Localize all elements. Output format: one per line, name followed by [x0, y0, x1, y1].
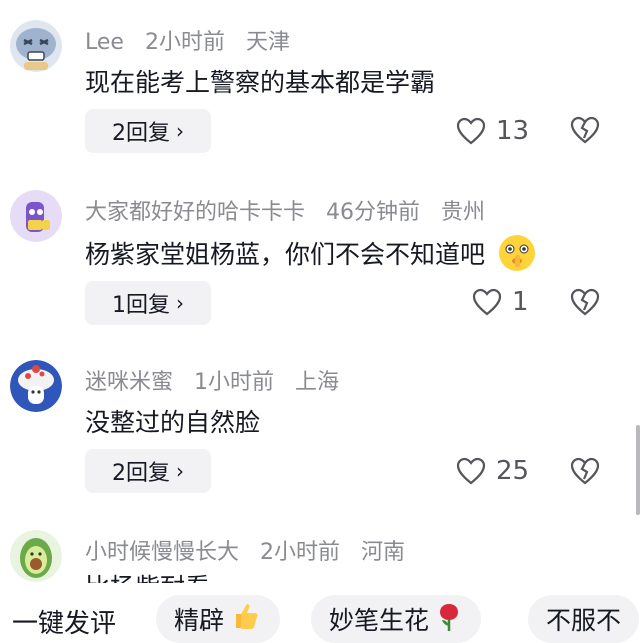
quick-reply-bar: 一键发评 精辟 妙笔生花 不服不 [0, 595, 640, 643]
like-count: 25 [496, 456, 530, 486]
broken-heart-icon [570, 288, 600, 316]
cartoon-face-avatar-icon [10, 20, 62, 72]
broken-heart-icon [570, 457, 600, 485]
location: 贵州 [441, 200, 486, 225]
heart-icon [472, 288, 502, 316]
mushroom-character-avatar-icon [10, 360, 62, 412]
reply-button[interactable]: 2回复 › [85, 109, 211, 153]
like-count: 13 [496, 116, 530, 146]
heart-icon [456, 117, 486, 145]
like-button[interactable]: 1 [472, 287, 529, 317]
timestamp: 1小时前 [194, 370, 275, 395]
dislike-button[interactable] [570, 288, 600, 320]
reply-count: 1回复 [112, 293, 170, 318]
avatar[interactable] [10, 530, 62, 582]
scrollbar[interactable] [636, 425, 640, 515]
thumbs-up-icon [230, 600, 262, 638]
comment-text-content: 杨紫家堂姐杨蓝，你们不会不知道吧 [85, 240, 486, 269]
chip-label: 不服不 [546, 606, 622, 635]
username[interactable]: 大家都好好的哈卡卡卡 [85, 200, 305, 225]
like-count: 1 [512, 287, 529, 317]
location: 河南 [361, 540, 406, 565]
reply-button[interactable]: 1回复 › [85, 281, 211, 325]
comment-meta: 迷咪米蜜 1小时前 上海 [85, 364, 339, 396]
timestamp: 46分钟前 [326, 200, 421, 225]
chip-label: 精辟 [174, 606, 225, 635]
reply-button[interactable]: 2回复 › [85, 449, 211, 493]
reply-count: 2回复 [112, 461, 170, 486]
comment-text[interactable]: 现在能考上警察的基本都是学霸 [85, 63, 435, 99]
purple-cartoon-avatar-icon [10, 190, 62, 242]
dislike-button[interactable] [570, 116, 600, 148]
avocado-avatar-icon [10, 530, 62, 582]
chip-label: 妙笔生花 [329, 606, 430, 635]
quick-reply-chip[interactable]: 精辟 [156, 595, 281, 643]
timestamp: 2小时前 [260, 540, 341, 565]
avatar[interactable] [10, 360, 62, 412]
comment-list[interactable]: Lee 2小时前 天津 现在能考上警察的基本都是学霸 2回复 › 13 大家都好… [0, 0, 640, 583]
shushing-face-emoji-icon [497, 233, 537, 279]
comment-meta: 大家都好好的哈卡卡卡 46分钟前 贵州 [85, 194, 485, 226]
location: 上海 [295, 370, 340, 395]
comment-text[interactable]: 没整过的自然脸 [85, 403, 260, 439]
avatar[interactable] [10, 20, 62, 72]
location: 天津 [245, 30, 290, 55]
like-button[interactable]: 13 [456, 116, 529, 146]
comment-text[interactable]: 杨紫家堂姐杨蓝，你们不会不知道吧 [85, 233, 537, 279]
like-button[interactable]: 25 [456, 456, 529, 486]
chevron-right-icon: › [176, 459, 184, 483]
dislike-button[interactable] [570, 457, 600, 489]
quick-reply-title: 一键发评 [12, 609, 117, 639]
quick-reply-chip[interactable]: 不服不 [528, 595, 640, 643]
comment-text[interactable]: 比杨紫耐看 [85, 568, 210, 583]
comment-meta: 小时候慢慢长大 2小时前 河南 [85, 534, 405, 566]
comment-meta: Lee 2小时前 天津 [85, 24, 290, 56]
username[interactable]: 小时候慢慢长大 [85, 540, 239, 565]
chevron-right-icon: › [176, 291, 184, 315]
broken-heart-icon [570, 116, 600, 144]
username[interactable]: 迷咪米蜜 [85, 370, 173, 395]
timestamp: 2小时前 [144, 30, 225, 55]
quick-reply-chip[interactable]: 妙笔生花 [311, 595, 482, 643]
avatar[interactable] [10, 190, 62, 242]
rose-icon [435, 600, 463, 638]
reply-count: 2回复 [112, 121, 170, 146]
username[interactable]: Lee [85, 30, 124, 55]
chevron-right-icon: › [176, 119, 184, 143]
heart-icon [456, 457, 486, 485]
